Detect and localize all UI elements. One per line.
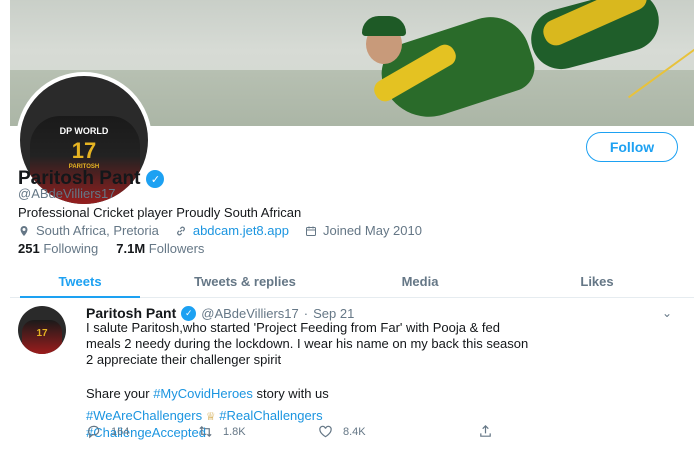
retweet-count: 1.8K [223,425,246,438]
tweet-separator: · [303,305,309,321]
follow-button[interactable]: Follow [586,132,678,162]
reply-count: 164 [111,425,130,438]
like-count: 8.4K [343,425,366,438]
profile-location-text: South Africa, Pretoria [36,223,159,238]
follow-stats: 251 Following 7.1M Followers [18,241,204,256]
tweet-paragraph-gap [86,368,686,386]
profile-joined: Joined May 2010 [305,223,422,238]
page-margin [694,0,700,450]
following-count: 251 [18,241,40,256]
tweet-line-1: I salute Paritosh,who started 'Project F… [86,320,500,335]
tab-tweets[interactable]: Tweets [10,266,150,298]
retweet-icon [199,425,212,438]
crown-emoji-icon: ♕ [205,411,216,423]
profile-page: DP WORLD 17 PARITOSH Follow Paritosh Pan… [10,0,694,450]
profile-website-link[interactable]: abdcam.jet8.app [193,223,289,238]
tab-media[interactable]: Media [340,266,500,297]
following-label: Following [43,241,99,256]
share-button[interactable] [478,424,493,439]
tweet-hashtag-line-1: #WeAreChallengers ♕ #RealChallengers [86,408,686,425]
location-pin-icon [20,225,28,236]
tweet-line-2: meals 2 needy during the lockdown. I wea… [86,336,529,351]
tweet-share-line: Share your #MyCovidHeroes story with us [86,386,686,402]
tweet-share-post: story with us [252,386,329,401]
reply-icon [88,425,100,439]
verified-badge-icon: ✓ [146,170,165,188]
tweet-avatar-number: 17 [36,328,48,339]
tab-tweets-replies[interactable]: Tweets & replies [150,266,340,297]
profile-meta: South Africa, Pretoria abdcam.jet8.app J… [18,223,422,238]
profile-website[interactable]: abdcam.jet8.app [175,223,289,238]
heart-icon [319,425,332,438]
tweet-avatar[interactable]: 17 [18,306,66,354]
hashtag-mycovidheroes[interactable]: #MyCovidHeroes [153,386,253,401]
followers-count: 7.1M [116,241,146,256]
tweet-share-pre: Share your [86,386,154,401]
banner-player-cap [362,16,406,36]
tweet-header: Paritosh Pant ✓ @ABdeVilliers17 · Sep 21 [86,305,354,321]
tweet-date[interactable]: Sep 21 [313,306,354,321]
tweet-body: I salute Paritosh,who started 'Project F… [86,320,686,441]
avatar-jersey-number: 17 [71,138,97,163]
tab-likes[interactable]: Likes [500,266,694,297]
tweet-more-chevron-down-icon[interactable]: ⌄ [662,306,672,320]
like-button[interactable]: 8.4K [318,424,478,439]
avatar-jersey-sponsor: DP WORLD [59,126,109,136]
tweet-author-name[interactable]: Paritosh Pant [86,305,176,321]
tweet-actions: 164 1.8K 8.4K [86,424,586,439]
calendar-icon [305,226,316,236]
tweet-verified-badge-icon: ✓ [181,305,197,321]
profile-tabs: Tweets Tweets & replies Media Likes [10,266,694,298]
hashtag-realchallengers[interactable]: #RealChallengers [219,408,322,423]
hashtag-wearechallengers[interactable]: #WeAreChallengers [86,408,202,423]
tweet-author-handle[interactable]: @ABdeVilliers17 [201,306,299,321]
profile-joined-text: Joined May 2010 [322,223,422,238]
link-icon [176,226,185,235]
tweet-line-3: 2 appreciate their challenger spirit [86,352,282,367]
following-link[interactable]: 251 Following [18,241,98,256]
reply-button[interactable]: 164 [86,424,198,439]
followers-label: Followers [148,241,205,256]
retweet-button[interactable]: 1.8K [198,424,318,439]
profile-location: South Africa, Pretoria [18,223,159,238]
followers-link[interactable]: 7.1M Followers [116,241,204,256]
profile-bio: Professional Cricket player Proudly Sout… [18,205,302,220]
share-icon [480,425,491,437]
profile-handle: @ABdeVilliers17 [18,186,116,201]
